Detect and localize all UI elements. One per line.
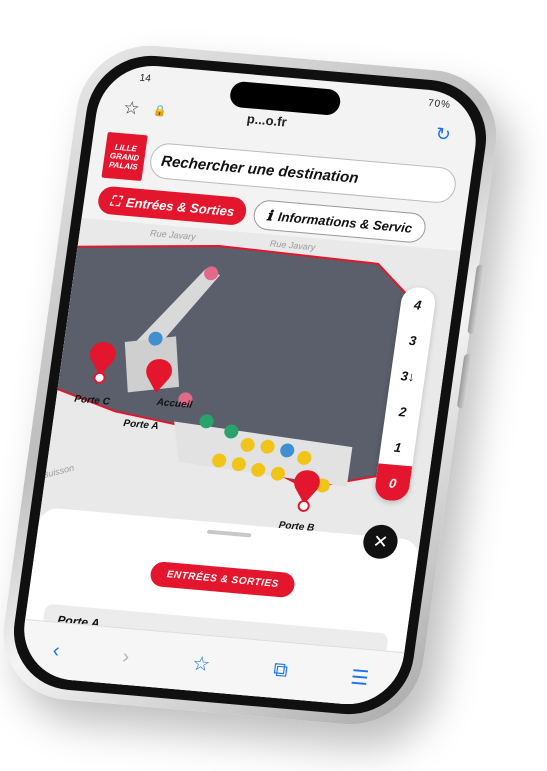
status-time: 14	[138, 72, 152, 85]
chip-label: Entrées & Sorties	[125, 194, 236, 219]
sheet-title-badge: ENTRÉES & SORTIES	[148, 560, 297, 599]
door-icon: ⛶	[109, 191, 122, 209]
bookmarks-icon[interactable]: ☆	[191, 650, 212, 676]
floor-button-3[interactable]: 3	[393, 322, 432, 360]
reload-icon[interactable]: ↻	[434, 124, 452, 146]
lille-grand-palais-logo[interactable]: LILLE GRAND PALAIS	[101, 131, 148, 182]
floor-button-3-down[interactable]: 3↓	[388, 357, 427, 395]
lock-icon: 🔒	[152, 104, 168, 119]
url-text[interactable]: p...o.fr	[246, 111, 288, 129]
search-placeholder: Rechercher une destination	[160, 152, 360, 187]
floor-button-1[interactable]: 1	[378, 428, 417, 466]
back-icon[interactable]: ‹	[51, 639, 61, 662]
chip-label: Informations & Servic	[277, 208, 414, 236]
floor-button-2[interactable]: 2	[383, 393, 422, 431]
bookmark-star-icon[interactable]: ☆	[122, 97, 141, 119]
forward-icon[interactable]: ›	[121, 645, 131, 668]
logo-line: PALAIS	[108, 159, 139, 172]
tabs-icon[interactable]: ⧉	[272, 658, 289, 682]
info-icon: ℹ	[265, 206, 274, 223]
phone-device: 14 70% ☆ 🔒 p...o.fr ↻ LILLE GRAND PALAIS…	[0, 39, 506, 731]
menu-icon[interactable]: ☰	[349, 664, 370, 690]
indoor-map[interactable]: Rue Javary Rue Javary Buisson Porte C Ac…	[39, 217, 461, 549]
status-icons: 70%	[427, 97, 452, 111]
sheet-grabber[interactable]	[206, 529, 252, 538]
chip-entrees-sorties[interactable]: ⛶ Entrées & Sorties	[96, 185, 249, 227]
